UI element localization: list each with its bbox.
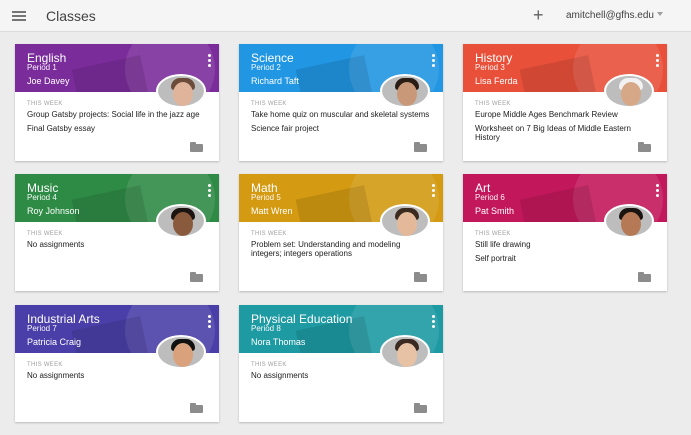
teacher-name: Richard Taft — [251, 76, 299, 86]
this-week-label: THIS WEEK — [251, 101, 287, 107]
avatar-face — [173, 212, 193, 236]
assignment-item[interactable]: Final Gatsby essay — [27, 124, 207, 133]
folder-icon[interactable] — [638, 272, 651, 282]
avatar-face — [397, 212, 417, 236]
assignment-item[interactable]: Worksheet on 7 Big Ideas of Middle Easte… — [475, 124, 655, 142]
top-bar: Classes + amitchell@gfhs.edu — [0, 0, 691, 32]
class-card[interactable]: Music Period 4 Roy Johnson THIS WEEK No assi… — [15, 174, 219, 291]
this-week-label: THIS WEEK — [27, 101, 63, 107]
banner-decoration — [71, 185, 149, 222]
menu-icon[interactable] — [12, 11, 26, 21]
folder-icon[interactable] — [414, 403, 427, 413]
banner-decoration — [519, 185, 597, 222]
avatar — [380, 74, 430, 108]
teacher-name: Matt Wren — [251, 206, 293, 216]
more-vert-icon[interactable] — [208, 184, 211, 197]
avatar — [156, 74, 206, 108]
class-period: Period 8 — [251, 324, 281, 333]
account-email[interactable]: amitchell@gfhs.edu — [566, 10, 654, 21]
this-week-label: THIS WEEK — [251, 362, 287, 368]
class-period: Period 2 — [251, 63, 281, 72]
assignment-item[interactable]: Still life drawing — [475, 240, 655, 249]
teacher-name: Joe Davey — [27, 76, 70, 86]
folder-icon[interactable] — [190, 142, 203, 152]
more-vert-icon[interactable] — [208, 54, 211, 67]
class-period: Period 4 — [27, 193, 57, 202]
this-week-label: THIS WEEK — [251, 231, 287, 237]
more-vert-icon[interactable] — [208, 315, 211, 328]
class-period: Period 5 — [251, 193, 281, 202]
folder-icon[interactable] — [414, 142, 427, 152]
assignment-item: No assignments — [27, 240, 85, 249]
avatar — [604, 74, 654, 108]
more-vert-icon[interactable] — [432, 184, 435, 197]
class-period: Period 3 — [475, 63, 505, 72]
assignment-item[interactable]: Europe Middle Ages Benchmark Review — [475, 110, 655, 119]
assignment-item[interactable]: Problem set: Understanding and modeling … — [251, 240, 431, 258]
banner-decoration — [295, 55, 373, 92]
class-card[interactable]: English Period 1 Joe Davey THIS WEEK Group G… — [15, 44, 219, 161]
class-card[interactable]: Art Period 6 Pat Smith THIS WEEK Still life … — [463, 174, 667, 291]
banner-decoration — [71, 55, 149, 92]
folder-icon[interactable] — [638, 142, 651, 152]
assignment-item: No assignments — [27, 371, 85, 380]
avatar — [380, 335, 430, 369]
teacher-name: Nora Thomas — [251, 337, 306, 347]
teacher-name: Lisa Ferda — [475, 76, 518, 86]
avatar-face — [397, 82, 417, 106]
assignment-item[interactable]: Group Gatsby projects: Social life in th… — [27, 110, 207, 119]
more-vert-icon[interactable] — [432, 54, 435, 67]
assignment-item[interactable]: Self portrait — [475, 254, 655, 263]
folder-icon[interactable] — [190, 403, 203, 413]
class-card[interactable]: Science Period 2 Richard Taft THIS WEEK Take… — [239, 44, 443, 161]
this-week-label: THIS WEEK — [475, 231, 511, 237]
more-vert-icon[interactable] — [432, 315, 435, 328]
this-week-label: THIS WEEK — [27, 231, 63, 237]
class-card[interactable]: History Period 3 Lisa Ferda THIS WEEK Europe… — [463, 44, 667, 161]
avatar — [156, 204, 206, 238]
teacher-name: Pat Smith — [475, 206, 515, 216]
class-period: Period 1 — [27, 63, 57, 72]
avatar-face — [173, 82, 193, 106]
assignment-item[interactable]: Take home quiz on muscular and skeletal … — [251, 110, 431, 119]
avatar — [156, 335, 206, 369]
avatar-face — [621, 212, 641, 236]
plus-icon[interactable]: + — [533, 5, 544, 25]
teacher-name: Roy Johnson — [27, 206, 80, 216]
more-vert-icon[interactable] — [656, 184, 659, 197]
teacher-name: Patricia Craig — [27, 337, 82, 347]
folder-icon[interactable] — [190, 272, 203, 282]
more-vert-icon[interactable] — [656, 54, 659, 67]
avatar — [604, 204, 654, 238]
avatar-face — [621, 82, 641, 106]
class-card[interactable]: Math Period 5 Matt Wren THIS WEEK Problem se… — [239, 174, 443, 291]
avatar — [380, 204, 430, 238]
class-period: Period 7 — [27, 324, 57, 333]
chevron-down-icon[interactable] — [657, 12, 663, 16]
assignment-item[interactable]: Science fair project — [251, 124, 431, 133]
this-week-label: THIS WEEK — [27, 362, 63, 368]
this-week-label: THIS WEEK — [475, 101, 511, 107]
page-title: Classes — [46, 8, 96, 24]
class-period: Period 6 — [475, 193, 505, 202]
folder-icon[interactable] — [414, 272, 427, 282]
class-card[interactable]: Physical Education Period 8 Nora Thomas THI… — [239, 305, 443, 422]
assignment-item: No assignments — [251, 371, 309, 380]
avatar-face — [173, 343, 193, 367]
avatar-face — [397, 343, 417, 367]
class-card[interactable]: Industrial Arts Period 7 Patricia Craig THI… — [15, 305, 219, 422]
banner-decoration — [519, 55, 597, 92]
banner-decoration — [295, 185, 373, 222]
